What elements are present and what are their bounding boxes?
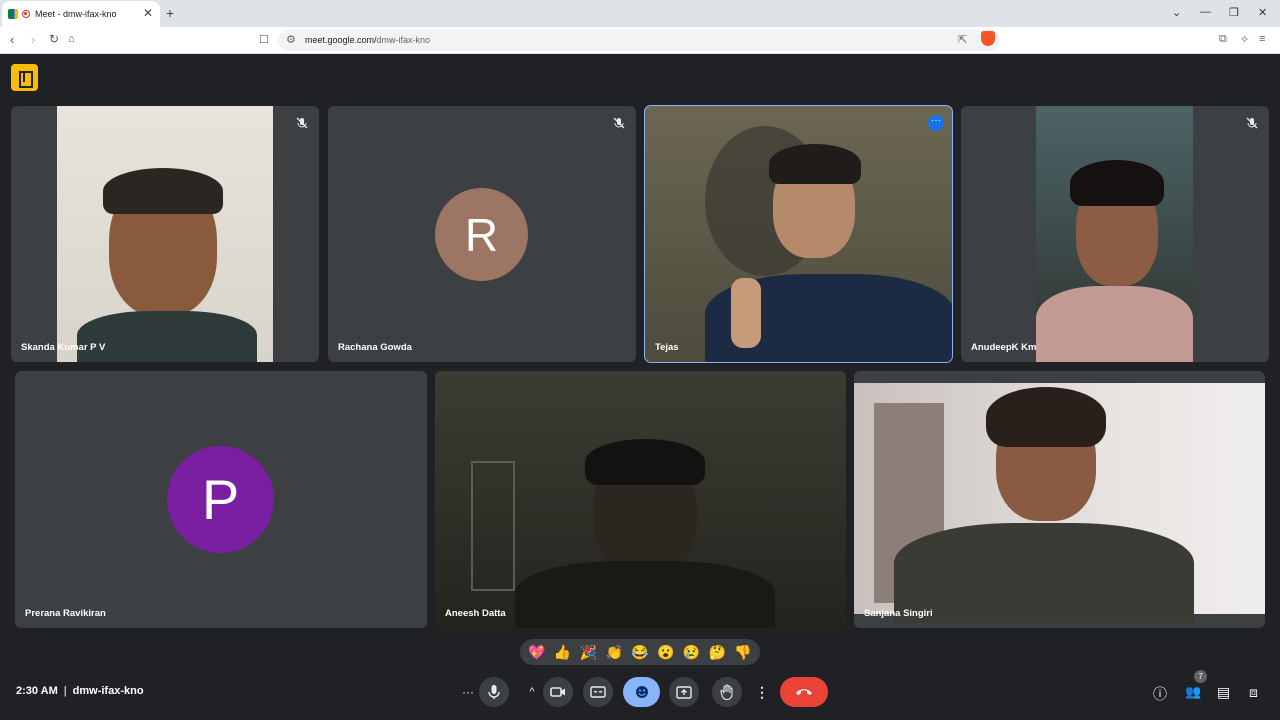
hand-icon	[720, 684, 733, 700]
meeting-time: 2:30 AM	[16, 685, 58, 697]
reaction-clap-icon[interactable]: 👏	[605, 644, 622, 661]
bookmark-icon[interactable]: ☐	[259, 33, 269, 46]
menu-icon[interactable]: ≡	[1259, 33, 1265, 45]
mic-off-icon	[613, 117, 625, 129]
chat-icon[interactable]: ▤	[1217, 684, 1230, 701]
recording-indicator-icon	[22, 10, 30, 18]
end-call-button[interactable]	[780, 677, 828, 707]
tab-search-icon[interactable]: ⌄	[1172, 6, 1181, 19]
meeting-info: 2:30 AM | dmw-ifax-kno	[16, 685, 144, 697]
reaction-party-icon[interactable]: 🎉	[580, 644, 597, 661]
forward-icon[interactable]: ›	[31, 32, 35, 47]
minimize-icon[interactable]: —	[1200, 6, 1211, 18]
present-icon	[676, 685, 692, 699]
url-text: meet.google.com/dmw-ifax-kno	[305, 35, 431, 45]
participant-video	[645, 106, 952, 362]
leo-ai-icon[interactable]: ✧	[1240, 33, 1249, 46]
participant-name: Aneesh Datta	[445, 608, 506, 619]
microphone-icon	[488, 685, 500, 699]
mic-off-icon	[1246, 117, 1258, 129]
participant-video	[57, 106, 273, 362]
participant-tile[interactable]: Sanjana Singiri	[854, 371, 1265, 628]
browser-tab-strip: Meet - dmw-ifax-kno ✕ + ⌄ — ❐ ✕	[0, 0, 1280, 27]
participant-tile[interactable]: R Rachana Gowda	[328, 106, 636, 362]
participant-video	[854, 383, 1265, 623]
reactions-bar: 💖 👍 🎉 👏 😂 😮 😢 🤔 👎	[520, 639, 760, 665]
reaction-thumbs-down-icon[interactable]: 👎	[734, 644, 751, 661]
present-screen-button[interactable]	[669, 677, 699, 707]
people-icon[interactable]: 👥	[1185, 684, 1201, 700]
reactions-button[interactable]	[623, 677, 660, 707]
people-count-badge: 7	[1194, 670, 1207, 683]
captions-button[interactable]	[583, 677, 613, 707]
close-tab-icon[interactable]: ✕	[143, 6, 153, 20]
participant-tile[interactable]: Aneesh Datta	[435, 371, 846, 628]
mic-off-icon	[296, 117, 308, 129]
brave-shields-icon[interactable]	[981, 31, 995, 46]
participant-name: Prerana Ravikiran	[25, 608, 106, 619]
meeting-details-icon[interactable]: ⓘ	[1153, 684, 1167, 704]
extensions-icon[interactable]: ⧉	[1219, 33, 1227, 46]
restore-icon[interactable]: ❐	[1229, 6, 1239, 19]
browser-tab[interactable]: Meet - dmw-ifax-kno ✕	[2, 1, 160, 27]
participant-avatar: P	[167, 446, 274, 553]
tab-title: Meet - dmw-ifax-kno	[35, 9, 117, 19]
address-bar[interactable]: ⚙ meet.google.com/dmw-ifax-kno ⇱	[278, 30, 1000, 51]
reaction-laugh-icon[interactable]: 😂	[631, 644, 648, 661]
browser-toolbar: ‹ › ↻ ⌂ ☐ ⚙ meet.google.com/dmw-ifax-kno…	[0, 27, 1280, 54]
participant-tile[interactable]: P Prerana Ravikiran	[15, 371, 427, 628]
participant-tile-active[interactable]: Tejas ···	[644, 105, 953, 363]
participant-name: Tejas	[655, 342, 679, 353]
participant-video	[435, 371, 846, 628]
activities-icon[interactable]: ⧈	[1249, 684, 1258, 701]
more-options-icon[interactable]: ···	[928, 115, 944, 131]
microphone-button[interactable]	[479, 677, 509, 707]
video-options-icon[interactable]: ^	[522, 677, 542, 707]
reaction-thumbs-up-icon[interactable]: 👍	[554, 644, 571, 661]
hang-up-icon	[796, 689, 812, 695]
reaction-heart-icon[interactable]: 💖	[528, 644, 545, 661]
audio-options-icon[interactable]: ···	[456, 677, 480, 707]
participant-name: Sanjana Singiri	[864, 608, 933, 619]
reload-icon[interactable]: ↻	[49, 32, 59, 46]
camera-icon	[550, 687, 565, 697]
new-tab-icon[interactable]: +	[166, 5, 174, 21]
companion-logo-icon[interactable]	[11, 64, 38, 91]
participant-tile[interactable]: AnudeepK Km	[961, 106, 1269, 362]
raise-hand-button[interactable]	[712, 677, 742, 707]
participant-name: Rachana Gowda	[338, 342, 412, 353]
participant-tile[interactable]: Skanda Kumar P V	[11, 106, 319, 362]
reaction-surprised-icon[interactable]: 😮	[657, 644, 674, 661]
share-icon[interactable]: ⇱	[958, 33, 967, 46]
close-window-icon[interactable]: ✕	[1258, 6, 1267, 19]
participant-name: Skanda Kumar P V	[21, 342, 106, 353]
home-icon[interactable]: ⌂	[68, 33, 75, 45]
site-info-icon[interactable]: ⚙	[286, 33, 296, 46]
participant-name: AnudeepK Km	[971, 342, 1037, 353]
reaction-sad-icon[interactable]: 😢	[683, 644, 700, 661]
reaction-thinking-icon[interactable]: 🤔	[709, 644, 726, 661]
meet-favicon-icon	[8, 9, 18, 19]
participant-avatar: R	[435, 188, 528, 281]
camera-button[interactable]	[543, 677, 573, 707]
more-options-icon[interactable]: ⋮	[752, 677, 772, 707]
captions-icon	[590, 686, 606, 698]
participant-video	[1036, 106, 1193, 362]
back-icon[interactable]: ‹	[10, 32, 14, 47]
emoji-icon	[635, 686, 648, 698]
meeting-code: dmw-ifax-kno	[72, 685, 144, 697]
